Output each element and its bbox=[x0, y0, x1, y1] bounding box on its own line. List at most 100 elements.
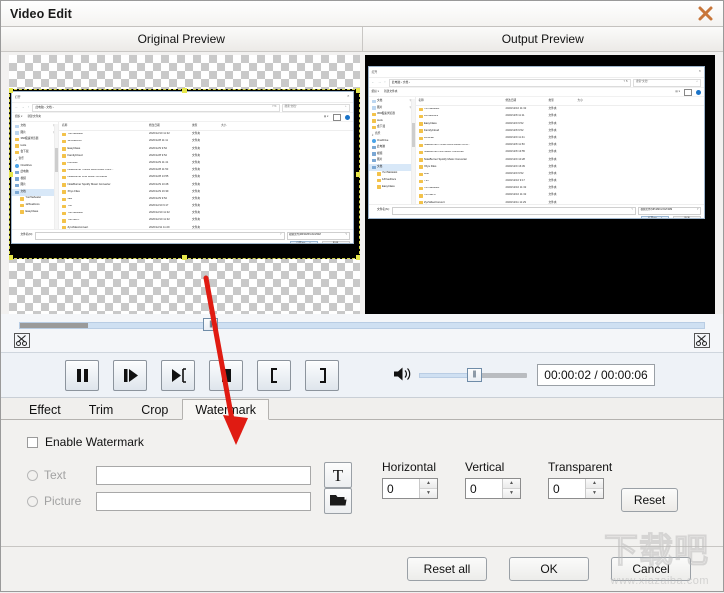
reset-all-button[interactable]: Reset all bbox=[407, 557, 487, 581]
sidebar-item[interactable]: 1ZXueDocs bbox=[12, 202, 58, 209]
scissors-icon[interactable] bbox=[14, 333, 30, 348]
nav-arrows-icon[interactable]: ← → ↑ bbox=[15, 105, 30, 109]
sidebar-item[interactable]: tools bbox=[12, 143, 58, 150]
cancel-button[interactable]: 取消 bbox=[673, 215, 701, 218]
file-row[interactable]: YunTaiPC 2020/12/10 11:32 文件夹 bbox=[59, 217, 353, 224]
stepper-up-icon[interactable]: ▲ bbox=[586, 479, 603, 489]
horizontal-input[interactable]: 0 bbox=[383, 479, 419, 498]
sidebar-item[interactable]: 文档 bbox=[12, 188, 58, 196]
chevron-down-icon[interactable]: ˅ ↻ bbox=[272, 106, 276, 109]
file-row[interactable]: YunTaiPC 2020/12/10 11:32 文件夹 bbox=[416, 192, 705, 199]
sidebar-item[interactable]: 图片⚲ bbox=[369, 105, 415, 112]
file-row[interactable]: Xhys Files 2020/12/9 16:39 文件夹 bbox=[59, 189, 353, 196]
transparent-input[interactable]: 0 bbox=[549, 479, 585, 498]
file-row[interactable]: YunTaiAssist 2020/12/10 11:32 文件夹 bbox=[416, 185, 705, 192]
file-row[interactable]: NoteBurner Spotify Music Converter 2020/1… bbox=[416, 156, 705, 163]
column-date[interactable]: 修改日期 bbox=[503, 99, 546, 103]
help-icon[interactable] bbox=[696, 89, 701, 95]
picture-watermark-row[interactable]: Picture bbox=[27, 488, 352, 514]
browse-picture-button[interactable] bbox=[324, 488, 352, 514]
sidebar-item[interactable]: 图片⚲ bbox=[12, 130, 58, 137]
file-row[interactable]: Ysh 2020/12/10 9:17 文件夹 bbox=[416, 178, 705, 185]
sidebar-item[interactable]: 文档⚲ bbox=[369, 98, 415, 105]
tab-crop[interactable]: Crop bbox=[127, 400, 182, 420]
set-end-button[interactable] bbox=[305, 359, 339, 391]
file-row[interactable]: NoteBurner iTunes DRM Audio Conv... 2020/… bbox=[59, 167, 353, 174]
file-type-filter[interactable]: 视频文件(MP4/MKV/AVI/WM ˅ bbox=[286, 231, 350, 240]
sidebar-item[interactable]: YunTaiAssist bbox=[12, 196, 58, 203]
organize-button[interactable]: 组织 ▾ bbox=[15, 115, 22, 119]
open-split-arrow-icon[interactable]: ▾ bbox=[309, 243, 310, 244]
scissors-icon[interactable] bbox=[694, 333, 710, 348]
sidebar-item[interactable]: 视频 bbox=[12, 176, 58, 183]
column-name[interactable]: 名称 bbox=[416, 99, 503, 103]
enable-watermark-row[interactable]: Enable Watermark bbox=[27, 435, 144, 449]
help-icon[interactable] bbox=[344, 114, 350, 120]
sidebar-item[interactable]: OneDrive bbox=[12, 163, 58, 170]
file-row[interactable]: Ysh 2020/12/10 9:17 文件夹 bbox=[59, 203, 353, 210]
file-row[interactable]: EasyClass 2020/12/9 9:52 文件夹 bbox=[416, 120, 705, 127]
text-watermark-row[interactable]: Text T bbox=[27, 462, 352, 488]
file-row[interactable]: NoteBurner iTunes DRM Audio Conv... 2020/… bbox=[416, 142, 705, 149]
watermark-text-input[interactable] bbox=[96, 465, 311, 485]
sidebar-item[interactable]: EasyClass bbox=[369, 184, 415, 191]
enable-watermark-checkbox[interactable] bbox=[27, 436, 38, 448]
stepper-up-icon[interactable]: ▲ bbox=[420, 479, 437, 489]
speaker-icon[interactable] bbox=[393, 366, 412, 385]
chevron-down-icon[interactable]: ˅ ↻ bbox=[624, 81, 628, 84]
sidebar-item[interactable]: 1ZXueDocs bbox=[369, 177, 415, 184]
open-split-arrow-icon[interactable]: ▾ bbox=[661, 218, 662, 219]
sidebar-item[interactable]: EasyClass bbox=[12, 209, 58, 216]
stepper-down-icon[interactable]: ▼ bbox=[586, 489, 603, 498]
cancel-button[interactable]: 取消 bbox=[321, 240, 350, 243]
picture-radio[interactable] bbox=[27, 495, 38, 507]
nav-arrows-icon[interactable]: ← → ↑ bbox=[372, 80, 387, 84]
column-name[interactable]: 名称 bbox=[59, 124, 146, 128]
sidebar-item[interactable]: YunTaiAssist bbox=[369, 171, 415, 178]
filename-input[interactable]: ˅ bbox=[35, 231, 285, 240]
sidebar-item[interactable]: 会下载 bbox=[369, 124, 415, 131]
address-bar[interactable]: 此电脑 › 文档 › ˅ ↻ bbox=[32, 103, 280, 112]
column-size[interactable]: 大小 bbox=[218, 124, 247, 128]
sidebar-item[interactable]: 图片 bbox=[12, 182, 58, 189]
reset-button[interactable]: Reset bbox=[621, 488, 678, 512]
sidebar-item[interactable]: OneDrive bbox=[369, 138, 415, 145]
timeline-track[interactable] bbox=[19, 322, 705, 329]
sidebar-item[interactable]: 图片 bbox=[369, 157, 415, 164]
organize-button[interactable]: 组织 ▾ bbox=[372, 90, 379, 94]
sidebar-item[interactable]: 视频 bbox=[369, 151, 415, 158]
set-start-button[interactable] bbox=[257, 359, 291, 391]
file-row[interactable]: YunTaiAssist 2020/12/10 11:32 文件夹 bbox=[416, 106, 705, 113]
next-frame-button[interactable] bbox=[161, 359, 195, 391]
sidebar-item[interactable]: 360极速浏览器 bbox=[369, 111, 415, 118]
stepper-down-icon[interactable]: ▼ bbox=[420, 489, 437, 498]
transparent-stepper[interactable]: ▲ ▼ bbox=[585, 479, 603, 498]
file-row[interactable]: ZyxVideoConvert 2020/12/11 11:29 文件夹 bbox=[416, 199, 705, 204]
sidebar-item[interactable]: 文档⚲ bbox=[12, 123, 58, 130]
vertical-stepper[interactable]: ▲ ▼ bbox=[502, 479, 520, 498]
cancel-button[interactable]: Cancel bbox=[611, 557, 691, 581]
search-input[interactable]: 搜索"文档" ⌕ bbox=[633, 78, 701, 87]
stepper-up-icon[interactable]: ▲ bbox=[503, 479, 520, 489]
file-row[interactable]: NoteBurner Line Music Converter 2020/12/8… bbox=[59, 174, 353, 181]
sidebar-item[interactable]: 此电脑 bbox=[12, 169, 58, 176]
view-list-icon[interactable]: ▤ ▾ bbox=[675, 90, 680, 94]
sidebar-item[interactable]: 此电脑 bbox=[369, 144, 415, 151]
volume-thumb[interactable]: ||| bbox=[466, 367, 482, 382]
horizontal-stepper[interactable]: ▲ ▼ bbox=[419, 479, 437, 498]
tab-watermark[interactable]: Watermark bbox=[182, 399, 270, 420]
watermark-picture-input[interactable] bbox=[96, 491, 311, 511]
close-icon[interactable]: × bbox=[347, 94, 349, 98]
file-row[interactable]: ZyxVideoConvert 2020/12/11 11:29 文件夹 bbox=[59, 224, 353, 229]
file-row[interactable]: NoteBurner Spotify Music Converter 2020/1… bbox=[59, 181, 353, 188]
output-preview-pane[interactable]: 打开 × ← → ↑ 此电脑 › 文档 › ˅ ↻ 搜索"文档" ⌕ 组织 ▾ 新建文件夹 ▤ ▾… bbox=[364, 55, 715, 314]
sidebar-item[interactable]: ♪ 音乐 bbox=[12, 156, 58, 163]
volume-slider[interactable]: ||| bbox=[419, 367, 527, 382]
new-folder-button[interactable]: 新建文件夹 bbox=[384, 90, 397, 94]
sidebar-item[interactable]: 会下载 bbox=[12, 149, 58, 156]
tab-effect[interactable]: Effect bbox=[15, 400, 75, 420]
stepper-down-icon[interactable]: ▼ bbox=[503, 489, 520, 498]
view-list-icon[interactable]: ▤ ▾ bbox=[324, 115, 329, 119]
sidebar-item[interactable]: 360极速浏览器 bbox=[12, 136, 58, 143]
file-row[interactable]: YunTaiAssist 2020/12/10 11:32 文件夹 bbox=[59, 131, 353, 138]
